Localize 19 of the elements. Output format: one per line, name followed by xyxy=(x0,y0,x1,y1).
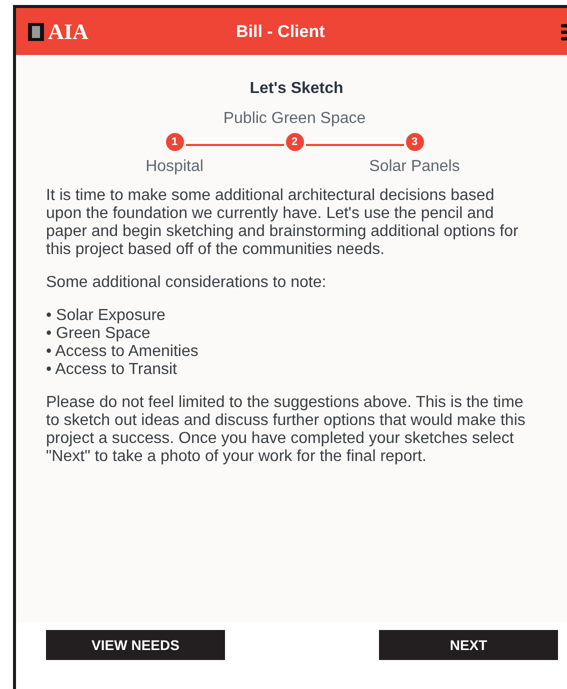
view-needs-button[interactable]: VIEW NEEDS xyxy=(46,630,225,660)
logo-text: AIA xyxy=(48,18,88,46)
step-label: Hospital xyxy=(146,157,204,177)
step-number: 3 xyxy=(406,133,424,151)
consideration-item: • Access to Amenities xyxy=(46,343,200,361)
step-label: Public Green Space xyxy=(223,109,366,129)
next-button[interactable]: NEXT xyxy=(379,630,558,660)
crest-icon xyxy=(28,22,44,40)
considerations-title: Some additional considerations to note: xyxy=(46,274,328,292)
step-number: 1 xyxy=(166,133,184,151)
step-label: Solar Panels xyxy=(369,157,460,177)
consideration-item: • Solar Exposure xyxy=(46,307,166,325)
closing-paragraph: Please do not feel limited to the suggestions above. This is the time to sketch out ideas and discuss further options that would make this project a success. Once you have completed your sketches select "Next" to take a photo of your work for the final report. xyxy=(46,394,526,466)
consideration-item: • Green Space xyxy=(46,325,152,343)
window-title: Bill - Client xyxy=(236,20,325,43)
consideration-item: • Access to Transit xyxy=(46,361,178,379)
page-heading: Let's Sketch xyxy=(250,79,344,99)
step-number: 2 xyxy=(286,133,304,151)
intro-paragraph: It is time to make some additional architectural decisions based upon the foundation we currently have. Let's use the pencil and paper and begin sketching and brainstorming additional options for this project based off of the communities needs. xyxy=(46,187,520,259)
